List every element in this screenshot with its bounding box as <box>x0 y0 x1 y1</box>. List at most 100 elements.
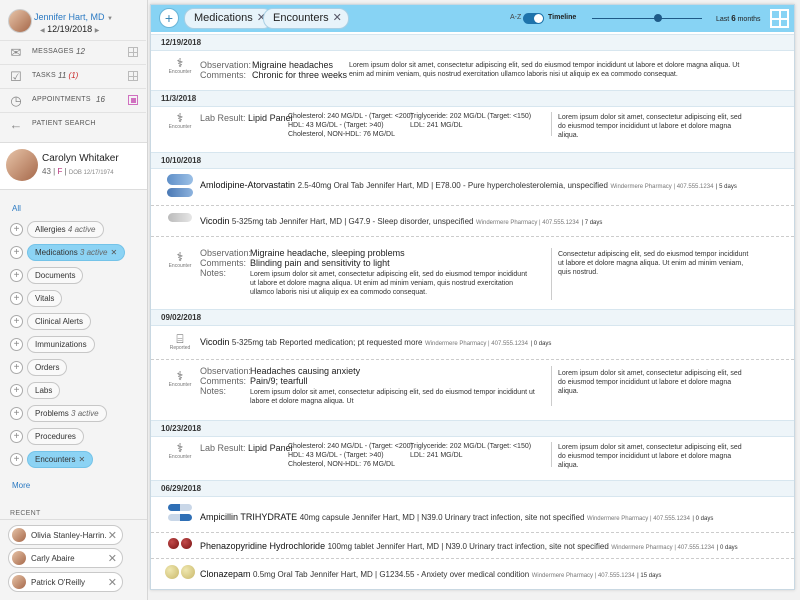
tag-encounters[interactable]: Encounters ✕ <box>263 8 349 29</box>
filter-encounters[interactable]: + Encounters ✕ <box>10 450 145 468</box>
filter-labs[interactable]: + Labs <box>10 381 145 399</box>
pill-capsule-icon <box>167 174 193 185</box>
arrow-left-icon: ← <box>9 117 23 132</box>
grid-view-icon[interactable] <box>770 9 789 28</box>
sort-toggle[interactable] <box>523 13 544 24</box>
filter-problems[interactable]: + Problems 3 active <box>10 404 145 422</box>
close-icon[interactable]: ✕ <box>333 12 342 24</box>
tag-label: Medications <box>194 12 253 24</box>
range-slider-handle[interactable] <box>654 14 662 22</box>
chevron-left-icon[interactable]: ◀ <box>40 28 45 34</box>
divider <box>0 519 147 520</box>
messages-count: 12 <box>76 47 85 56</box>
filter-medications[interactable]: + Medications 3 active ✕ <box>10 243 145 261</box>
nav-label: TASKS <box>32 72 56 79</box>
recent-patient[interactable]: Olivia Stanley-Harrin... ✕ <box>8 525 123 545</box>
plus-icon[interactable]: + <box>10 315 23 328</box>
entry-type-caption: Encounter <box>168 263 192 269</box>
recent-patient[interactable]: Carly Abaire ✕ <box>8 548 123 568</box>
medication-row[interactable]: Amlodipine-Atorvastatin 2.5-40mg Oral Ta… <box>200 180 737 190</box>
filter-label[interactable]: Labs <box>27 382 61 399</box>
tag-medications[interactable]: Medications ✕ <box>184 8 273 29</box>
filter-label[interactable]: Orders <box>27 359 68 376</box>
filter-label[interactable]: Documents <box>27 267 84 284</box>
grid-icon[interactable] <box>128 47 138 57</box>
plus-icon[interactable]: + <box>10 384 23 397</box>
nav-appointments[interactable]: ◷ APPOINTMENTS 16 <box>0 88 146 112</box>
stethoscope-icon: ⚕ <box>176 56 184 70</box>
appointments-count: 16 <box>96 95 105 104</box>
encounter-entry-icon: ⚕ Encounter <box>163 442 197 460</box>
close-icon[interactable]: ✕ <box>108 552 117 565</box>
plus-icon[interactable]: + <box>10 430 23 443</box>
encounter-notes: Lorem ipsum dolor sit amet, consectetur … <box>250 389 535 405</box>
medication-dose: 40mg capsule <box>299 513 350 522</box>
plus-icon[interactable]: + <box>10 223 23 236</box>
recent-patient-name: Olivia Stanley-Harrin... <box>31 531 107 540</box>
grid-icon[interactable] <box>128 71 138 81</box>
close-icon[interactable]: ✕ <box>111 248 118 257</box>
grid-icon[interactable] <box>128 95 138 105</box>
lab-notes: Lorem ipsum dolor sit amet, consectetur … <box>558 114 742 139</box>
add-filter-button[interactable]: + <box>159 8 179 28</box>
plus-icon[interactable]: + <box>10 269 23 282</box>
filter-vitals[interactable]: + Vitals <box>10 289 145 307</box>
range-slider-track[interactable] <box>592 18 702 19</box>
nav-patient-search[interactable]: ← PATIENT SEARCH <box>0 112 146 136</box>
plus-icon[interactable]: + <box>10 453 23 466</box>
nav-messages[interactable]: ✉ MESSAGES 12 <box>0 40 146 64</box>
range-unit: months <box>737 16 761 23</box>
medication-row[interactable]: Clonazepam 0.5mg Oral Tab Jennifer Hart,… <box>200 569 661 579</box>
medication-row[interactable]: Vicodin 5-325mg tab Jennifer Hart, MD | … <box>200 216 602 226</box>
stethoscope-icon: ⚕ <box>176 369 184 383</box>
recent-patient[interactable]: Patrick O'Reilly ✕ <box>8 572 123 592</box>
filter-all-link[interactable]: All <box>12 204 21 213</box>
stethoscope-icon: ⚕ <box>176 111 184 125</box>
user-menu[interactable]: Jennifer Hart, MD ▼ ◀ 12/19/2018 ▶ <box>6 7 146 35</box>
filter-label[interactable]: Clinical Alerts <box>27 313 92 330</box>
chevron-down-icon: ▼ <box>107 16 113 22</box>
encounter-entry-icon: ⚕ Encounter <box>163 57 197 75</box>
filter-clinical-alerts[interactable]: + Clinical Alerts <box>10 312 145 330</box>
close-icon[interactable]: ✕ <box>108 576 117 589</box>
plus-icon[interactable]: + <box>10 246 23 259</box>
medication-row[interactable]: Vicodin 5-325mg tab Reported medication;… <box>200 337 551 347</box>
medication-row[interactable]: Ampicillin TRIHYDRATE 40mg capsule Jenni… <box>200 512 713 522</box>
plus-icon[interactable]: + <box>10 407 23 420</box>
chevron-right-icon[interactable]: ▶ <box>95 28 100 34</box>
filter-label[interactable]: Immunizations <box>27 336 95 353</box>
entry-type-caption: Encounter <box>168 124 192 130</box>
medication-row[interactable]: Phenazopyridine Hydrochloride 100mg tabl… <box>200 541 738 551</box>
nav-tasks[interactable]: ☑ TASKS 11 (1) <box>0 64 146 88</box>
reported-medication-icon: ⌸ Reported <box>163 333 197 351</box>
lab-value: Cholesterol: 240 MG/DL - (Target: <200) <box>288 443 413 450</box>
recent-patient-name: Patrick O'Reilly <box>31 578 85 587</box>
range-label: Last 6 months <box>716 14 761 23</box>
more-filters-link[interactable]: More <box>12 481 30 490</box>
range-number: 6 <box>731 14 736 23</box>
plus-icon[interactable]: + <box>10 361 23 374</box>
filter-label[interactable]: Procedures <box>27 428 84 445</box>
plus-icon[interactable]: + <box>10 292 23 305</box>
sort-az-label: A-Z <box>510 14 522 21</box>
timeline-list[interactable]: 12/19/2018 ⚕ Encounter Observation: Migr… <box>151 32 794 589</box>
filter-procedures[interactable]: + Procedures <box>10 427 145 445</box>
filter-allergies[interactable]: + Allergies 4 active <box>10 220 145 238</box>
entry-type-caption: Encounter <box>168 454 192 460</box>
timeline-panel: + Medications ✕ Encounters ✕ A-Z Timeline … <box>150 4 795 590</box>
tasks-urgent-count: (1) <box>68 71 79 80</box>
filter-immunizations[interactable]: + Immunizations <box>10 335 145 353</box>
patient-card[interactable]: Carolyn Whitaker 43 | F | DOB 12/17/1974 <box>0 142 147 190</box>
plus-icon[interactable]: + <box>10 338 23 351</box>
lab-value: Cholesterol: 240 MG/DL - (Target: <200) <box>288 113 413 120</box>
checkbox-icon: ☑ <box>10 69 22 84</box>
close-icon[interactable]: ✕ <box>108 529 117 542</box>
close-icon[interactable]: ✕ <box>78 455 85 464</box>
observation-label: Observation: <box>200 60 252 70</box>
filter-label[interactable]: Vitals <box>27 290 63 307</box>
filter-documents[interactable]: + Documents <box>10 266 145 284</box>
avatar <box>12 528 26 542</box>
lab-name: Lipid Panel <box>248 443 293 453</box>
date-header: 11/3/2018 <box>151 90 794 107</box>
filter-orders[interactable]: + Orders <box>10 358 145 376</box>
